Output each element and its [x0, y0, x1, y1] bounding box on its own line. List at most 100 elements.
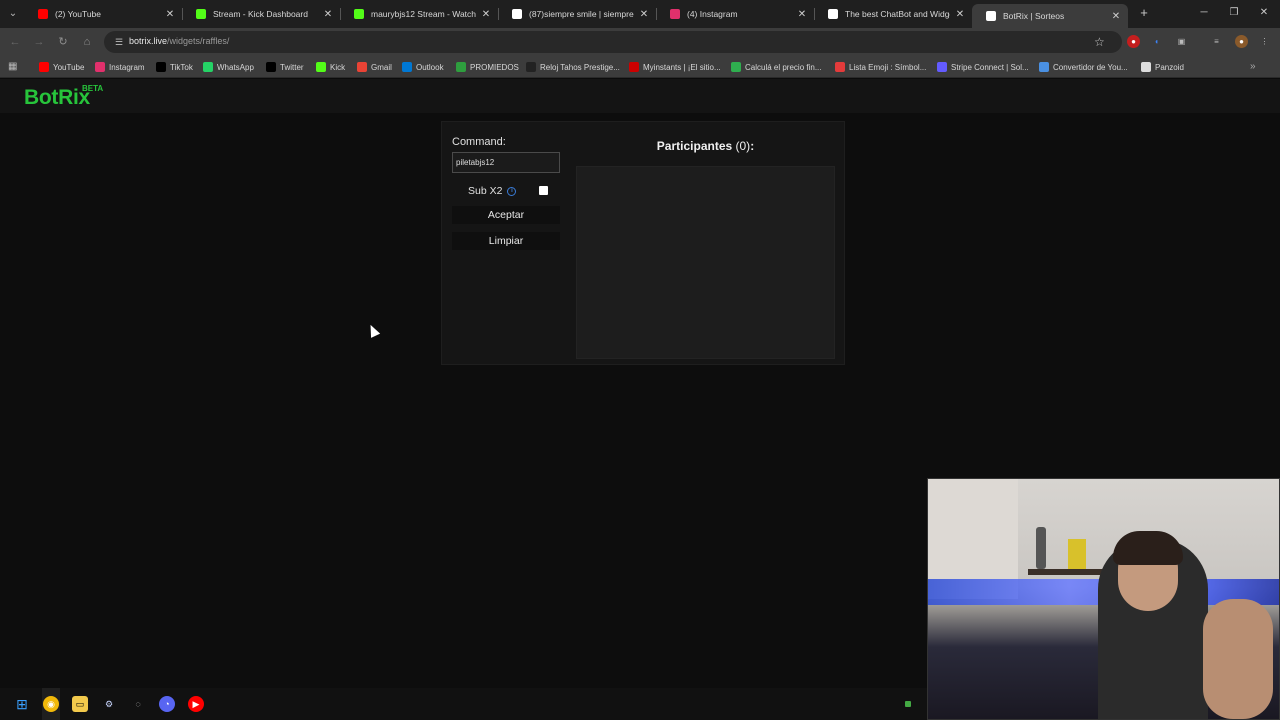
url-text[interactable]: botrix.live/widgets/raffles/: [129, 36, 229, 46]
bookmark-item[interactable]: WhatsApp: [203, 60, 254, 74]
restore-icon[interactable]: ❐: [1226, 6, 1242, 20]
sub-x2-row: Sub X2 i: [468, 185, 517, 197]
participants-list[interactable]: [576, 166, 835, 359]
botrix-logo[interactable]: BotRix: [24, 86, 90, 110]
bookmark-label: Lista Emoji : Símbol...: [849, 62, 927, 72]
sub-x2-label: Sub X2: [468, 185, 503, 197]
browser-tab[interactable]: BotRix | Sorteos ✕: [972, 4, 1128, 28]
address-bar[interactable]: ☰ botrix.live/widgets/raffles/ ☆: [104, 31, 1122, 53]
close-tab-icon[interactable]: ✕: [638, 9, 650, 20]
obs-icon[interactable]: ◌: [130, 696, 146, 712]
bookmark-item[interactable]: Myinstants | ¡El sitio...: [629, 60, 721, 74]
extensions-puzzle-icon[interactable]: ▣: [1175, 35, 1188, 48]
windows-start-icon[interactable]: ⊞: [14, 696, 30, 712]
new-tab-button[interactable]: +: [1137, 6, 1151, 20]
bookmark-label: Myinstants | ¡El sitio...: [643, 62, 721, 72]
home-icon[interactable]: ⌂: [80, 35, 94, 49]
bookmark-label: YouTube: [53, 62, 85, 72]
browser-tab[interactable]: (87)siempre smile | siempre sm ✕: [498, 4, 656, 24]
youtube-icon: [38, 9, 48, 19]
close-tab-icon[interactable]: ✕: [954, 9, 966, 20]
participants-suffix: :: [750, 139, 755, 153]
steam-icon[interactable]: ⚙: [101, 696, 117, 712]
botrix-icon: [828, 9, 838, 19]
file-explorer-icon[interactable]: ▭: [72, 696, 88, 712]
close-window-icon[interactable]: ✕: [1256, 6, 1272, 20]
accept-button[interactable]: Aceptar: [452, 206, 560, 224]
command-label: Command:: [452, 136, 506, 148]
emoji-icon: [835, 62, 845, 72]
close-tab-icon[interactable]: ✕: [1110, 11, 1122, 22]
chrome-icon[interactable]: ◉: [43, 696, 59, 712]
bookmark-label: WhatsApp: [217, 62, 254, 72]
browser-tab[interactable]: maurybjs12 Stream - Watch Li ✕: [340, 4, 498, 24]
forward-icon[interactable]: →: [32, 35, 46, 49]
tab-search-icon[interactable]: ⌄: [4, 5, 22, 23]
tab-strip: ⌄ (2) YouTube ✕ Stream - Kick Dashboard ✕ ma…: [0, 0, 1280, 28]
bookmark-label: Kick: [330, 62, 346, 72]
bookmark-item[interactable]: Convertidor de You...: [1039, 60, 1128, 74]
bookmark-label: Panzoid: [1155, 62, 1184, 72]
tiktok-icon: [156, 62, 166, 72]
tab-title: (87)siempre smile | siempre sm: [529, 9, 634, 19]
bookmark-item[interactable]: Kick: [316, 60, 345, 74]
bookmark-item[interactable]: Reloj Tahos Prestige...: [526, 60, 620, 74]
extension-red-icon[interactable]: ●: [1127, 35, 1140, 48]
bookmark-item[interactable]: Panzoid: [1141, 60, 1184, 74]
bookmark-star-icon[interactable]: ☆: [1094, 35, 1105, 49]
back-icon[interactable]: ←: [8, 35, 22, 49]
bookmark-item[interactable]: PROMIEDOS: [456, 60, 519, 74]
bookmark-label: Calculá el precio fin...: [745, 62, 822, 72]
browser-tab[interactable]: The best ChatBot and Widgets ✕: [814, 4, 972, 24]
bookmark-item[interactable]: Twitter: [266, 60, 304, 74]
bookmark-item[interactable]: TikTok: [156, 60, 193, 74]
tab-title: maurybjs12 Stream - Watch Li: [371, 9, 476, 19]
tab-title: Stream - Kick Dashboard: [213, 9, 308, 19]
bookmark-item[interactable]: Gmail: [357, 60, 392, 74]
whatsapp-icon: [203, 62, 213, 72]
menu-dots-icon[interactable]: ⋮: [1258, 35, 1271, 48]
close-tab-icon[interactable]: ✕: [322, 9, 334, 20]
clear-button[interactable]: Limpiar: [452, 232, 560, 250]
youtube-music-icon[interactable]: ▶: [188, 696, 204, 712]
apps-grid-icon[interactable]: ▦: [8, 61, 19, 72]
info-icon[interactable]: i: [507, 186, 517, 196]
bookmark-item[interactable]: Stripe Connect | Sol...: [937, 60, 1029, 74]
minimize-icon[interactable]: ─: [1196, 6, 1212, 20]
tray-nvidia-icon[interactable]: [905, 701, 911, 707]
bookmark-item[interactable]: Outlook: [402, 60, 444, 74]
browser-tab[interactable]: Stream - Kick Dashboard ✕: [182, 4, 340, 24]
close-tab-icon[interactable]: ✕: [796, 9, 808, 20]
bookmark-item[interactable]: Instagram: [95, 60, 145, 74]
discord-icon[interactable]: ◔: [159, 696, 175, 712]
bookmark-item[interactable]: Calculá el precio fin...: [731, 60, 821, 74]
bookmark-label: Gmail: [371, 62, 392, 72]
extension-audio-icon[interactable]: ◖: [1150, 35, 1163, 48]
bookmarks-bar: YouTube Instagram TikTok WhatsApp Twitter Kic…: [0, 56, 1280, 78]
reload-icon[interactable]: ↻: [56, 35, 70, 49]
close-tab-icon[interactable]: ✕: [164, 9, 176, 20]
bookmark-item[interactable]: YouTube: [39, 60, 84, 74]
profile-avatar[interactable]: ●: [1235, 35, 1248, 48]
command-input[interactable]: [452, 152, 560, 173]
youtube-icon: [39, 62, 49, 72]
bookmark-item[interactable]: Lista Emoji : Símbol...: [835, 60, 926, 74]
instagram-icon: [670, 9, 680, 19]
site-info-icon[interactable]: ☰: [113, 36, 125, 48]
myinstants-icon: [629, 62, 639, 72]
outlook-icon: [402, 62, 412, 72]
url-host: botrix.live: [129, 36, 168, 46]
raffle-panel: Command: Sub X2 i Aceptar Limpiar Partic…: [441, 121, 845, 365]
x-icon: [266, 62, 276, 72]
bookmarks-overflow-icon[interactable]: »: [1250, 61, 1256, 72]
kick-icon: [196, 9, 206, 19]
sub-x2-checkbox[interactable]: [539, 186, 548, 195]
gmail-icon: [357, 62, 367, 72]
webcam-person-hair: [1113, 531, 1183, 565]
close-tab-icon[interactable]: ✕: [480, 9, 492, 20]
bookmark-label: TikTok: [170, 62, 193, 72]
browser-tab[interactable]: (2) YouTube ✕: [24, 4, 182, 24]
participants-label: Participantes: [656, 139, 733, 153]
browser-tab[interactable]: (4) Instagram ✕: [656, 4, 814, 24]
media-control-icon[interactable]: ≡: [1210, 35, 1223, 48]
